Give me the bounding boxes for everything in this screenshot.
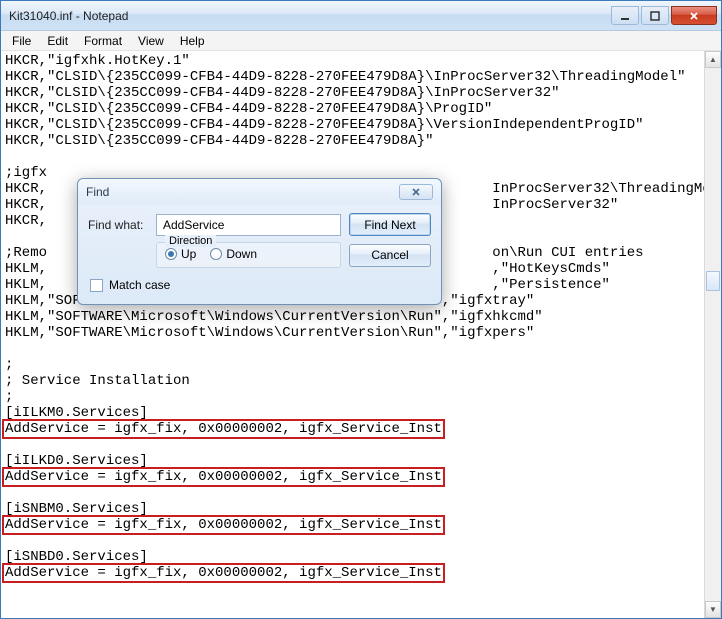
- menu-file[interactable]: File: [5, 33, 38, 49]
- titlebar[interactable]: Kit31040.inf - Notepad: [1, 1, 721, 31]
- find-close-button[interactable]: [399, 184, 433, 200]
- line: on\Run CUI entries: [492, 245, 643, 261]
- highlighted-line: AddService = igfx_fix, 0x00000002, igfx_…: [2, 467, 445, 487]
- direction-group: Direction Up Down: [156, 242, 341, 268]
- line: HKCR,"CLSID\{235CC099-CFB4-44D9-8228-270…: [5, 85, 560, 101]
- menubar: File Edit Format View Help: [1, 31, 721, 51]
- radio-icon: [210, 248, 222, 260]
- direction-down-label: Down: [226, 247, 257, 261]
- direction-legend: Direction: [165, 235, 216, 247]
- highlighted-line: AddService = igfx_fix, 0x00000002, igfx_…: [2, 419, 445, 439]
- line: HKCR,: [5, 181, 47, 197]
- text-editor[interactable]: HKCR,"igfxhk.HotKey.1" HKCR,"CLSID\{235C…: [1, 51, 721, 618]
- scroll-down-button[interactable]: ▼: [705, 601, 721, 618]
- close-button[interactable]: [671, 6, 717, 25]
- line: HKCR,: [5, 197, 47, 213]
- find-what-input[interactable]: [156, 214, 341, 236]
- menu-format[interactable]: Format: [77, 33, 129, 49]
- line: HKCR,"CLSID\{235CC099-CFB4-44D9-8228-270…: [5, 133, 433, 149]
- vertical-scrollbar[interactable]: ▲ ▼: [704, 51, 721, 618]
- line: HKCR,"igfxhk.HotKey.1": [5, 53, 190, 69]
- line: ;Remo: [5, 245, 47, 261]
- maximize-button[interactable]: [641, 6, 669, 25]
- line: HKCR,"CLSID\{235CC099-CFB4-44D9-8228-270…: [5, 101, 492, 117]
- line: ;: [5, 389, 13, 405]
- direction-up-radio[interactable]: Up: [165, 247, 196, 261]
- notepad-window: Kit31040.inf - Notepad File Edit Format …: [0, 0, 722, 619]
- menu-help[interactable]: Help: [173, 33, 212, 49]
- line: HKLM,: [5, 277, 47, 293]
- scroll-up-button[interactable]: ▲: [705, 51, 721, 68]
- line: HKLM,"SOFTWARE\Microsoft\Windows\Current…: [5, 309, 543, 325]
- content-area: HKCR,"igfxhk.HotKey.1" HKCR,"CLSID\{235C…: [1, 51, 721, 618]
- scroll-thumb[interactable]: [706, 271, 720, 291]
- match-case-row[interactable]: Match case: [88, 274, 341, 292]
- line: ,"HotKeysCmds": [492, 261, 610, 277]
- line: nProcServer32\ThreadingModel": [501, 181, 721, 197]
- find-dialog-titlebar[interactable]: Find: [78, 179, 441, 205]
- line: ; Service Installation: [5, 373, 190, 389]
- direction-up-label: Up: [181, 247, 196, 261]
- radio-icon: [165, 248, 177, 260]
- highlighted-line: AddService = igfx_fix, 0x00000002, igfx_…: [2, 515, 445, 535]
- menu-edit[interactable]: Edit: [40, 33, 75, 49]
- line: ,"Persistence": [492, 277, 610, 293]
- find-dialog-title: Find: [86, 185, 399, 199]
- find-what-label: Find what:: [88, 218, 148, 232]
- line: HKCR,"CLSID\{235CC099-CFB4-44D9-8228-270…: [5, 69, 686, 85]
- minimize-button[interactable]: [611, 6, 639, 25]
- line: HKLM,"SOFTWARE\Microsoft\Windows\Current…: [5, 325, 534, 341]
- line: ;: [5, 357, 13, 373]
- direction-down-radio[interactable]: Down: [210, 247, 257, 261]
- window-title: Kit31040.inf - Notepad: [9, 9, 611, 23]
- find-dialog-body: Find what: Find Next Direction Up Down C…: [78, 205, 441, 304]
- match-case-checkbox[interactable]: [90, 279, 103, 292]
- line: HKCR,"CLSID\{235CC099-CFB4-44D9-8228-270…: [5, 117, 644, 133]
- line: ;igfx: [5, 165, 47, 181]
- highlighted-line: AddService = igfx_fix, 0x00000002, igfx_…: [2, 563, 445, 583]
- find-next-button[interactable]: Find Next: [349, 213, 431, 236]
- match-case-label: Match case: [109, 278, 170, 292]
- line: HKCR,: [5, 213, 47, 229]
- close-icon: [410, 187, 422, 197]
- find-dialog[interactable]: Find Find what: Find Next Direction Up D…: [77, 178, 442, 305]
- line: nProcServer32": [501, 197, 619, 213]
- menu-view[interactable]: View: [131, 33, 171, 49]
- cancel-button[interactable]: Cancel: [349, 244, 431, 267]
- window-buttons: [611, 6, 721, 25]
- line: HKLM,: [5, 261, 47, 277]
